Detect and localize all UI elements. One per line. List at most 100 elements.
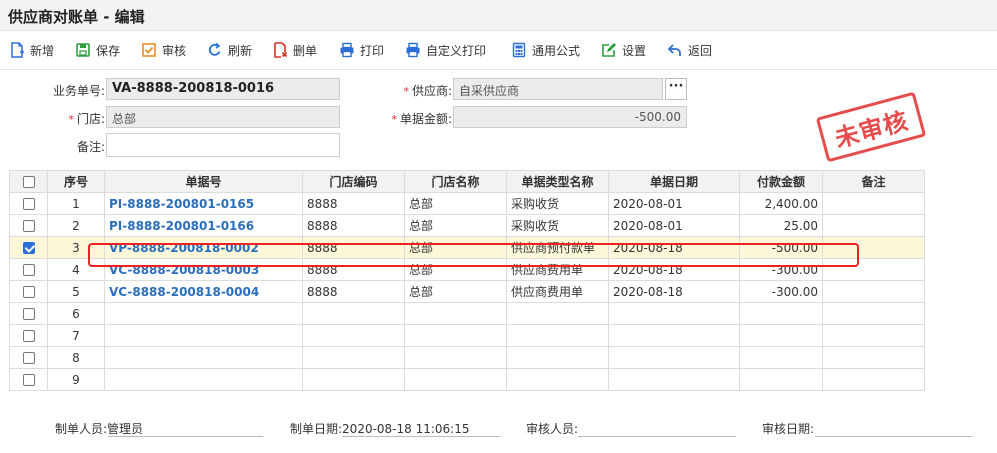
row-select-cell[interactable] xyxy=(9,324,48,347)
unaudited-stamp: 未审核 xyxy=(815,91,927,163)
col-header-no: 序号 xyxy=(47,170,105,193)
required-mark: * xyxy=(391,113,397,126)
row-checkbox[interactable] xyxy=(22,308,35,320)
cell-type: 供应商费用单 xyxy=(506,258,609,281)
table-row[interactable]: 4 VC-8888-200818-0003 8888 总部 供应商费用单 2020-08-… xyxy=(9,258,925,281)
cell-date: 2020-08-18 xyxy=(608,258,740,281)
cell-date: 2020-08-01 xyxy=(608,192,740,215)
printer-icon xyxy=(339,42,355,58)
cell-store-code xyxy=(302,324,405,347)
row-select-cell[interactable] xyxy=(9,236,48,259)
make-date-value: 2020-08-18 11:06:15 xyxy=(342,422,470,436)
table-row[interactable]: 9 xyxy=(9,368,925,391)
row-select-cell[interactable] xyxy=(9,258,48,281)
table-row[interactable]: 1 PI-8888-200801-0165 8888 总部 采购收货 2020-08-01… xyxy=(9,192,925,215)
audit-label: 审核 xyxy=(162,43,187,58)
audit-date-underline xyxy=(815,436,972,437)
settings-button[interactable]: 设置 xyxy=(601,41,646,59)
table-row[interactable]: 7 xyxy=(9,324,925,347)
cell-amount: 2,400.00 xyxy=(739,192,823,215)
cell-date: 2020-08-01 xyxy=(608,214,740,237)
row-checkbox[interactable] xyxy=(22,352,35,364)
cell-doc-no[interactable]: VC-8888-200818-0004 xyxy=(104,280,303,303)
table-row[interactable]: 5 VC-8888-200818-0004 8888 总部 供应商费用单 2020-08-… xyxy=(9,280,925,303)
cell-amount: -500.00 xyxy=(739,236,823,259)
supplier-label-wrap: * 供应商: xyxy=(360,82,452,99)
cell-doc-no[interactable]: PI-8888-200801-0166 xyxy=(104,214,303,237)
maker-underline xyxy=(108,436,263,437)
cell-amount xyxy=(739,302,823,325)
refresh-button[interactable]: 刷新 xyxy=(207,41,252,59)
cell-type: 采购收货 xyxy=(506,214,609,237)
cell-type: 采购收货 xyxy=(506,192,609,215)
cell-store-name xyxy=(404,324,507,347)
table-row[interactable]: 6 xyxy=(9,302,925,325)
print-button[interactable]: 打印 xyxy=(339,41,384,59)
cell-doc-no[interactable]: PI-8888-200801-0165 xyxy=(104,192,303,215)
custom-print-button[interactable]: 自定义打印 xyxy=(405,41,486,59)
row-select-cell[interactable] xyxy=(9,368,48,391)
row-select-cell[interactable] xyxy=(9,280,48,303)
delete-button[interactable]: 删单 xyxy=(272,41,317,59)
title-bar: 供应商对账单 - 编辑 xyxy=(0,0,997,31)
table-row[interactable]: 3 VP-8888-200818-0002 8888 总部 供应商预付款单 2020-08… xyxy=(9,236,925,259)
cell-store-name xyxy=(404,302,507,325)
store-label: 门店: xyxy=(76,112,105,126)
select-all-checkbox[interactable] xyxy=(22,176,35,188)
cell-remark xyxy=(822,214,925,237)
amount-label-wrap: * 单据金额: xyxy=(360,110,452,127)
ellipsis-icon: ··· xyxy=(668,79,684,94)
row-checkbox[interactable] xyxy=(22,330,35,342)
save-button[interactable]: 保存 xyxy=(75,41,120,59)
cell-store-name: 总部 xyxy=(404,258,507,281)
cell-doc-no[interactable]: VP-8888-200818-0002 xyxy=(104,236,303,259)
row-select-cell[interactable] xyxy=(9,192,48,215)
row-select-cell[interactable] xyxy=(9,346,48,369)
cell-doc-no[interactable]: VC-8888-200818-0003 xyxy=(104,258,303,281)
supplier-field[interactable]: 自采供应商 xyxy=(453,78,663,100)
cell-doc-no xyxy=(104,324,303,347)
row-checkbox[interactable] xyxy=(22,242,35,254)
cell-remark xyxy=(822,368,925,391)
cell-date xyxy=(608,324,740,347)
new-label: 新增 xyxy=(30,43,55,58)
supplier-label: 供应商: xyxy=(411,84,452,98)
cell-date xyxy=(608,346,740,369)
cell-no: 8 xyxy=(47,346,105,369)
col-header-type: 单据类型名称 xyxy=(506,170,609,193)
new-file-icon xyxy=(9,42,25,58)
settings-edit-icon xyxy=(601,42,617,58)
new-button[interactable]: 新增 xyxy=(9,41,54,59)
cell-amount: -300.00 xyxy=(739,258,823,281)
store-field[interactable]: 总部 xyxy=(106,106,340,128)
auditor-row: 审核人员: xyxy=(526,420,578,437)
col-header-store-code: 门店编码 xyxy=(302,170,405,193)
audit-button[interactable]: 审核 xyxy=(141,41,186,59)
back-button[interactable]: 返回 xyxy=(667,41,712,59)
remark-input[interactable] xyxy=(106,133,340,157)
select-all-header[interactable] xyxy=(9,170,48,193)
bill-no-field[interactable]: VA-8888-200818-0016 xyxy=(106,78,340,100)
row-checkbox[interactable] xyxy=(22,286,35,298)
calculator-icon xyxy=(511,42,527,58)
row-select-cell[interactable] xyxy=(9,214,48,237)
row-select-cell[interactable] xyxy=(9,302,48,325)
cell-no: 9 xyxy=(47,368,105,391)
refresh-label: 刷新 xyxy=(228,43,253,58)
formula-button[interactable]: 通用公式 xyxy=(511,41,580,59)
row-checkbox[interactable] xyxy=(22,220,35,232)
custom-print-label: 自定义打印 xyxy=(426,43,487,58)
supplier-more-button[interactable]: ··· xyxy=(665,78,687,100)
row-checkbox[interactable] xyxy=(22,198,35,210)
row-checkbox[interactable] xyxy=(22,264,35,276)
table-row[interactable]: 8 xyxy=(9,346,925,369)
required-mark: * xyxy=(68,113,74,126)
cell-store-code: 8888 xyxy=(302,280,405,303)
cell-store-name xyxy=(404,346,507,369)
table-row[interactable]: 2 PI-8888-200801-0166 8888 总部 采购收货 2020-08-01… xyxy=(9,214,925,237)
amount-field[interactable]: -500.00 xyxy=(453,106,687,128)
row-checkbox[interactable] xyxy=(22,374,35,386)
cell-date xyxy=(608,302,740,325)
cell-doc-no xyxy=(104,368,303,391)
cell-doc-no xyxy=(104,346,303,369)
